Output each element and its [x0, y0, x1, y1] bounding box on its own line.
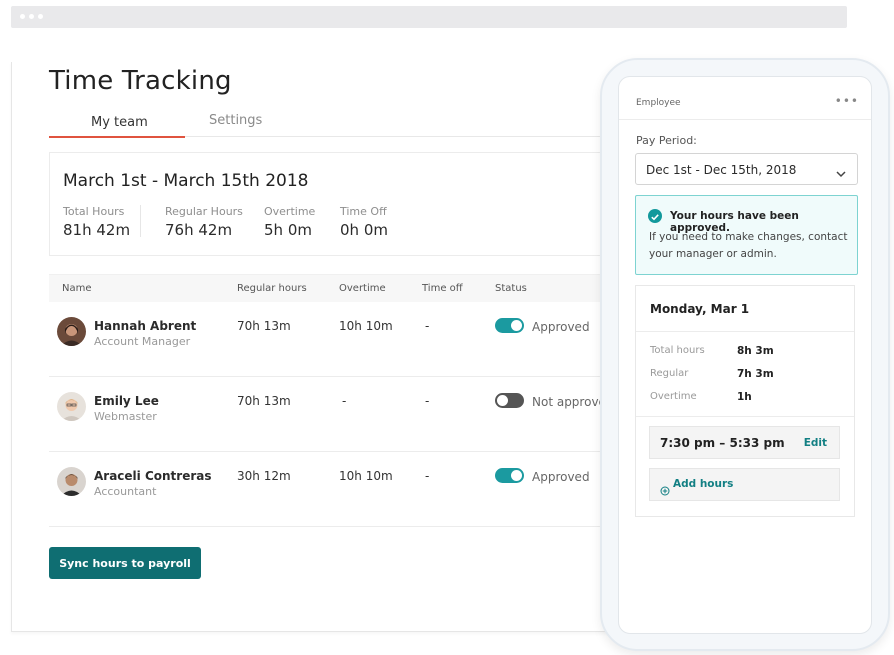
approval-toggle[interactable] — [495, 468, 524, 483]
phone-screen: Employee ••• Pay Period: Dec 1st - Dec 1… — [618, 76, 872, 634]
column-header-name: Name — [62, 283, 92, 294]
regular-hours-cell: 70h 13m — [237, 319, 291, 333]
plus-circle-icon — [660, 481, 670, 500]
stat-overtime: Overtime 5h 0m — [264, 205, 315, 239]
employee-name[interactable]: Araceli Contreras — [94, 469, 212, 483]
add-hours-button[interactable]: Add hours — [649, 468, 840, 501]
add-hours-label: Add hours — [673, 478, 734, 490]
phone-header-label: Employee — [636, 98, 681, 108]
overtime-cell: - — [342, 394, 347, 408]
divider — [636, 331, 854, 332]
column-header-status: Status — [495, 283, 527, 294]
sync-hours-button[interactable]: Sync hours to payroll — [49, 547, 201, 579]
overtime-cell: 10h 10m — [339, 319, 393, 333]
main-window: Time Tracking My team Settings March 1st… — [11, 62, 709, 632]
employee-name[interactable]: Emily Lee — [94, 394, 159, 408]
column-header-overtime: Overtime — [339, 283, 386, 294]
edit-shift-link[interactable]: Edit — [804, 437, 827, 449]
tab-settings[interactable]: Settings — [209, 113, 262, 128]
stat-value: 81h 42m — [63, 221, 131, 239]
pay-period-label: Pay Period: — [636, 134, 697, 147]
day-stat-value: 8h 3m — [737, 345, 774, 357]
browser-top-bar — [11, 6, 847, 28]
day-stat-label: Total hours — [650, 345, 705, 356]
regular-hours-cell: 30h 12m — [237, 469, 291, 483]
stat-time-off: Time Off 0h 0m — [340, 205, 388, 239]
column-header-regular-hours: Regular hours — [237, 283, 307, 294]
status-text: Approved — [532, 320, 590, 334]
shift-entry[interactable]: 7:30 pm – 5:33 pm Edit — [649, 426, 840, 459]
employee-role: Accountant — [94, 485, 157, 498]
time-off-cell: - — [425, 394, 430, 408]
avatar — [57, 467, 86, 496]
chevron-down-icon — [835, 164, 847, 183]
alert-body: If you need to make changes, contact you… — [649, 231, 848, 260]
stat-regular-hours: Regular Hours 76h 42m — [165, 205, 243, 239]
overtime-cell: 10h 10m — [339, 469, 393, 483]
day-card: Monday, Mar 1 Total hours 8h 3m Regular … — [635, 285, 855, 517]
approval-toggle[interactable] — [495, 318, 524, 333]
stat-label: Time Off — [340, 205, 387, 218]
employee-name[interactable]: Hannah Abrent — [94, 319, 196, 333]
stat-label: Total Hours — [63, 205, 125, 218]
day-title: Monday, Mar 1 — [650, 302, 750, 316]
approval-toggle[interactable] — [495, 393, 524, 408]
stat-value: 0h 0m — [340, 221, 388, 239]
time-off-cell: - — [425, 319, 430, 333]
window-dots-icon — [20, 14, 43, 19]
check-circle-icon — [648, 209, 662, 223]
stat-value: 76h 42m — [165, 221, 233, 239]
more-dots-icon[interactable]: ••• — [835, 94, 859, 108]
page-title: Time Tracking — [49, 66, 232, 96]
divider — [619, 119, 871, 120]
avatar — [57, 317, 86, 346]
approval-alert: Your hours have been approved. If you ne… — [635, 195, 858, 275]
day-stat-label: Overtime — [650, 391, 697, 402]
pay-period-select[interactable]: Dec 1st - Dec 15th, 2018 — [635, 153, 858, 185]
stat-label: Overtime — [264, 205, 316, 218]
column-header-time-off: Time off — [422, 283, 463, 294]
stat-value: 5h 0m — [264, 221, 312, 239]
pay-period-value: Dec 1st - Dec 15th, 2018 — [646, 163, 797, 177]
employee-role: Webmaster — [94, 410, 157, 423]
day-stat-value: 1h — [737, 391, 752, 403]
shift-time: 7:30 pm – 5:33 pm — [660, 436, 785, 450]
avatar — [57, 392, 86, 421]
day-stat-value: 7h 3m — [737, 368, 774, 380]
time-off-cell: - — [425, 469, 430, 483]
day-stat-label: Regular — [650, 368, 689, 379]
phone-frame: Employee ••• Pay Period: Dec 1st - Dec 1… — [600, 58, 890, 651]
tab-my-team[interactable]: My team — [91, 115, 148, 130]
employee-role: Account Manager — [94, 335, 191, 348]
stat-label: Regular Hours — [165, 205, 243, 218]
status-text: Approved — [532, 470, 590, 484]
active-tab-indicator — [49, 136, 185, 138]
stat-divider — [140, 205, 141, 237]
regular-hours-cell: 70h 13m — [237, 394, 291, 408]
period-title: March 1st - March 15th 2018 — [63, 171, 309, 191]
divider — [636, 416, 854, 417]
stat-total-hours: Total Hours 81h 42m — [63, 205, 130, 239]
